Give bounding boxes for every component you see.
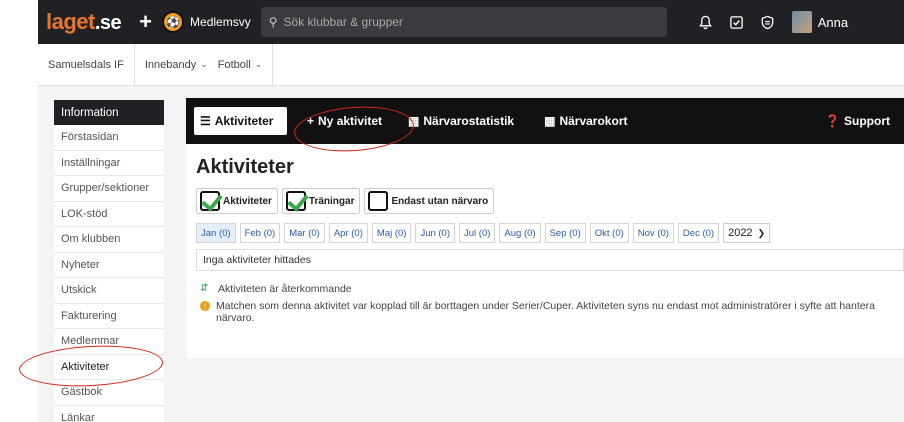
search-input[interactable]: ⚲ Sök klubbar & grupper [260, 7, 667, 37]
attendance-card-button[interactable]: ▦ Närvarokort [538, 107, 633, 135]
search-icon: ⚲ [268, 15, 278, 29]
button-label: Närvarostatistik [423, 114, 515, 128]
month-jul[interactable]: Jul (0) [459, 223, 496, 243]
month-feb[interactable]: Feb (0) [239, 223, 281, 243]
tab-activities[interactable]: ☰ Aktiviteter [194, 107, 287, 135]
month-dec[interactable]: Dec (0) [677, 223, 720, 243]
activity-filters: Aktiviteter Träningar Endast utan närvar… [196, 188, 904, 214]
admin-sidebar: Information Förstasidan Inställningar Gr… [54, 100, 164, 422]
club-subnav: Samuelsdals IF Innebandy ⌄ Fotboll ⌄ [38, 43, 904, 86]
user-name[interactable]: Anna [818, 15, 848, 30]
subnav-item-label: Innebandy [144, 58, 197, 71]
sidebar-item-grupper[interactable]: Grupper/sektioner [54, 176, 164, 202]
filter-without-attendance[interactable]: Endast utan närvaro [364, 188, 495, 214]
unchecked-checkbox-icon[interactable] [368, 191, 389, 211]
divider [272, 43, 274, 86]
subnav-item-innebandy[interactable]: Innebandy ⌄ [145, 59, 208, 71]
attendance-stats-button[interactable]: ▦ Närvarostatistik [402, 107, 520, 135]
bell-icon[interactable] [698, 14, 714, 30]
menu-icon: ☰ [200, 114, 211, 128]
club-crest-icon[interactable]: ⚽ [162, 11, 185, 33]
warning-icon: ! [200, 301, 210, 311]
bar-chart-icon: ▦ [408, 114, 420, 128]
logo-suffix: .se [94, 12, 122, 34]
filter-trainings[interactable]: Träningar [281, 188, 361, 214]
button-label: Närvarokort [559, 114, 628, 128]
sidebar-item-nyheter[interactable]: Nyheter [54, 253, 164, 278]
checked-checkbox-icon[interactable] [200, 191, 220, 211]
filter-label: Träningar [308, 195, 355, 207]
bar-chart-icon: ▦ [544, 114, 556, 128]
logo-text: laget [46, 9, 95, 34]
month-mar[interactable]: Mar (0) [284, 223, 325, 243]
new-activity-button[interactable]: + Ny aktivitet [301, 107, 388, 135]
subnav-item-fotboll[interactable]: Fotboll ⌄ [218, 59, 263, 71]
sidebar-item-fakturering[interactable]: Fakturering [54, 304, 164, 329]
legend-text: Aktiviteten är återkommande [218, 283, 352, 295]
month-okt[interactable]: Okt (0) [589, 223, 629, 243]
month-nov[interactable]: Nov (0) [632, 223, 674, 243]
legend-text: Matchen som denna aktivitet var kopplad … [216, 300, 875, 324]
filter-label: Aktiviteter [223, 195, 272, 207]
activities-panel: ☰ Aktiviteter + Ny aktivitet ▦ Närvarost… [186, 98, 904, 358]
search-placeholder: Sök klubbar & grupper [283, 15, 403, 29]
sidebar-item-installningar[interactable]: Inställningar [54, 151, 164, 176]
recurring-icon: ⇵ [200, 283, 209, 294]
chevron-down-icon: ⌄ [200, 59, 208, 69]
filter-label: Endast utan närvaro [391, 195, 489, 207]
year-select[interactable]: 2022 ❯ [723, 223, 771, 243]
year-value: 2022 [728, 227, 753, 239]
page-title: Aktiviteter [196, 156, 294, 178]
sidebar-item-om-klubben[interactable]: Om klubben [54, 227, 164, 253]
sidebar-item-lok-stod[interactable]: LOK-stöd [54, 202, 164, 227]
club-name-link[interactable]: Samuelsdals IF [38, 43, 135, 86]
month-apr[interactable]: Apr (0) [328, 223, 368, 243]
legend-deleted-match: ! Matchen som denna aktivitet var koppla… [200, 300, 904, 324]
top-navbar: laget.se + ⚽ Medlemsvy ⚲ Sök klubbar & g… [38, 0, 904, 44]
checkbox-icon[interactable] [729, 14, 745, 30]
sidebar-item-aktiviteter[interactable]: Aktiviteter [54, 354, 164, 380]
button-label: Support [844, 114, 890, 128]
month-selector: Jan (0) Feb (0) Mar (0) Apr (0) Maj (0) … [196, 223, 904, 243]
sidebar-item-medlemmar[interactable]: Medlemmar [54, 329, 164, 355]
laget-logo[interactable]: laget.se [46, 9, 122, 35]
subnav-item-label: Fotboll [217, 58, 251, 71]
checked-checkbox-icon[interactable] [285, 191, 306, 211]
month-jan[interactable]: Jan (0) [196, 223, 236, 243]
plus-icon: + [307, 114, 315, 128]
left-margin [0, 0, 38, 422]
help-icon: ❓ [825, 114, 840, 128]
memberview-link[interactable]: Medlemsvy [190, 15, 251, 29]
month-maj[interactable]: Maj (0) [371, 223, 412, 243]
tab-label: Aktiviteter [214, 114, 274, 128]
month-jun[interactable]: Jun (0) [415, 223, 456, 243]
avatar[interactable] [791, 11, 812, 33]
sidebar-item-gastbok[interactable]: Gästbok [54, 380, 164, 406]
support-button[interactable]: ❓ Support [819, 107, 896, 135]
filter-activities[interactable]: Aktiviteter [196, 188, 278, 214]
chevron-down-icon: ⌄ [254, 59, 263, 69]
sidebar-item-lankar[interactable]: Länkar [54, 406, 164, 422]
plus-icon[interactable]: + [139, 11, 152, 33]
chevron-down-icon: ❯ [757, 227, 766, 238]
month-aug[interactable]: Aug (0) [499, 223, 541, 243]
button-label: Ny aktivitet [318, 114, 383, 128]
sidebar-header[interactable]: Information [54, 100, 164, 125]
activities-toolbar: ☰ Aktiviteter + Ny aktivitet ▦ Närvarost… [186, 98, 904, 144]
shield-icon[interactable] [760, 14, 776, 30]
sidebar-item-utskick[interactable]: Utskick [54, 278, 164, 304]
month-sep[interactable]: Sep (0) [544, 223, 586, 243]
empty-result: Inga aktiviteter hittades [196, 249, 904, 271]
legend-recurring: ⇵ Aktiviteten är återkommande [200, 283, 904, 295]
sidebar-item-forstasidan[interactable]: Förstasidan [54, 125, 164, 151]
